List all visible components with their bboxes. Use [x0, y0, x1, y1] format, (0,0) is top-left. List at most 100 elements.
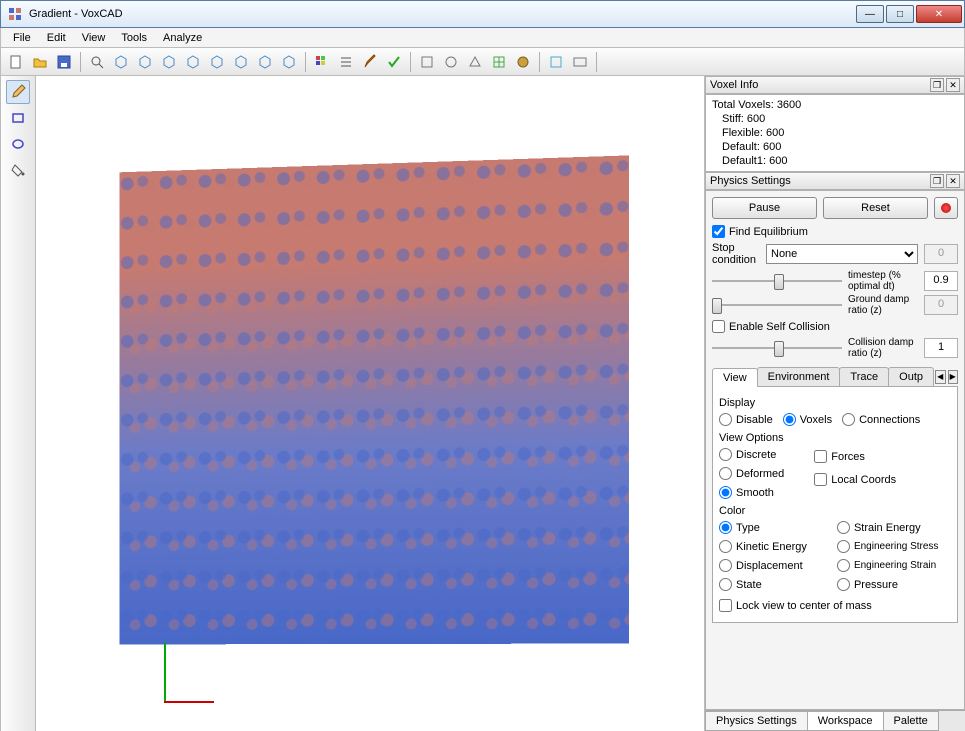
tab-trace[interactable]: Trace — [839, 367, 889, 386]
color-displacement-radio[interactable] — [719, 559, 732, 572]
cube-icon-2[interactable] — [134, 51, 156, 73]
flexible-label: Flexible: 600 — [712, 126, 958, 140]
voxel-mesh — [120, 155, 629, 644]
cube-icon-5[interactable] — [206, 51, 228, 73]
deformed-radio[interactable] — [719, 467, 732, 480]
maximize-button[interactable]: □ — [886, 5, 914, 23]
palette-icon[interactable] — [311, 51, 333, 73]
cube-icon-3[interactable] — [158, 51, 180, 73]
cube-icon-6[interactable] — [230, 51, 252, 73]
brush-icon[interactable] — [359, 51, 381, 73]
display-disable-radio[interactable] — [719, 413, 732, 426]
tab-view[interactable]: View — [712, 368, 758, 387]
check-icon[interactable] — [383, 51, 405, 73]
menu-analyze[interactable]: Analyze — [155, 30, 210, 46]
timestep-label: timestep (% optimal dt) — [848, 270, 918, 292]
new-file-icon[interactable] — [5, 51, 27, 73]
view-tab-body: Display Disable Voxels Connections View … — [712, 387, 958, 623]
bucket-tool-icon[interactable] — [6, 158, 30, 182]
menu-file[interactable]: File — [5, 30, 39, 46]
smooth-radio[interactable] — [719, 486, 732, 499]
tool-icon-4[interactable] — [488, 51, 510, 73]
pause-button[interactable]: Pause — [712, 197, 817, 219]
color-label: Color — [719, 505, 951, 517]
timestep-value[interactable]: 0.9 — [924, 271, 958, 291]
enable-self-collision-checkbox[interactable] — [712, 320, 725, 333]
lock-view-checkbox[interactable] — [719, 599, 732, 612]
ground-damp-slider[interactable] — [712, 295, 842, 315]
stop-condition-value: 0 — [924, 244, 958, 264]
pencil-tool-icon[interactable] — [6, 80, 30, 104]
close-button[interactable]: ✕ — [916, 5, 962, 23]
reset-button[interactable]: Reset — [823, 197, 928, 219]
tab-scroll-left-icon[interactable]: ◀ — [935, 370, 946, 384]
undock-icon[interactable]: ❐ — [930, 78, 944, 92]
settings-tabs: View Environment Trace Outp ◀ ▶ — [712, 367, 958, 387]
cube-icon-4[interactable] — [182, 51, 204, 73]
color-strain-energy-radio[interactable] — [837, 521, 850, 534]
record-button[interactable] — [934, 197, 958, 219]
list-icon[interactable] — [335, 51, 357, 73]
tab-output[interactable]: Outp — [888, 367, 934, 386]
tab-environment[interactable]: Environment — [757, 367, 841, 386]
color-type-radio[interactable] — [719, 521, 732, 534]
close-panel-icon[interactable]: ✕ — [946, 78, 960, 92]
rectangle-tool-icon[interactable] — [6, 106, 30, 130]
menu-bar: File Edit View Tools Analyze — [0, 28, 965, 48]
tool-icon-1[interactable] — [416, 51, 438, 73]
menu-tools[interactable]: Tools — [113, 30, 155, 46]
total-voxels-label: Total Voxels: 3600 — [712, 98, 958, 112]
collision-damp-slider[interactable] — [712, 338, 842, 358]
stiff-label: Stiff: 600 — [712, 112, 958, 126]
bottom-tab-physics[interactable]: Physics Settings — [705, 711, 808, 731]
find-equilibrium-checkbox[interactable] — [712, 225, 725, 238]
tool-icon-5[interactable] — [512, 51, 534, 73]
undock-icon[interactable]: ❐ — [930, 174, 944, 188]
ground-damp-value: 0 — [924, 295, 958, 315]
view-options-label: View Options — [719, 432, 951, 444]
color-state-radio[interactable] — [719, 578, 732, 591]
color-kinetic-radio[interactable] — [719, 540, 732, 553]
stop-condition-select[interactable]: None — [766, 244, 918, 264]
menu-edit[interactable]: Edit — [39, 30, 74, 46]
lock-view-label: Lock view to center of mass — [736, 600, 872, 612]
window-title: Gradient - VoxCAD — [29, 8, 854, 20]
ground-damp-label: Ground damp ratio (z) — [848, 294, 918, 316]
discrete-radio[interactable] — [719, 448, 732, 461]
cube-icon-7[interactable] — [254, 51, 276, 73]
tool-icon-3[interactable] — [464, 51, 486, 73]
forces-checkbox[interactable] — [814, 450, 827, 463]
display-voxels-radio[interactable] — [783, 413, 796, 426]
color-eng-stress-radio[interactable] — [837, 540, 850, 553]
bottom-tab-palette[interactable]: Palette — [883, 711, 939, 731]
local-coords-checkbox[interactable] — [814, 473, 827, 486]
open-icon[interactable] — [29, 51, 51, 73]
collision-damp-value[interactable]: 1 — [924, 338, 958, 358]
tool-icon-7[interactable] — [569, 51, 591, 73]
timestep-slider[interactable] — [712, 271, 842, 291]
tool-icon-2[interactable] — [440, 51, 462, 73]
cube-icon-1[interactable] — [110, 51, 132, 73]
close-panel-icon[interactable]: ✕ — [946, 174, 960, 188]
tab-scroll-right-icon[interactable]: ▶ — [948, 370, 959, 384]
default-label: Default: 600 — [712, 140, 958, 154]
stop-condition-label: Stop condition — [712, 242, 760, 266]
color-pressure-radio[interactable] — [837, 578, 850, 591]
color-eng-strain-radio[interactable] — [837, 559, 850, 572]
bottom-tab-workspace[interactable]: Workspace — [807, 711, 884, 731]
right-panel: Voxel Info ❐ ✕ Total Voxels: 3600 Stiff:… — [705, 76, 965, 731]
save-icon[interactable] — [53, 51, 75, 73]
tool-icon-6[interactable] — [545, 51, 567, 73]
find-equilibrium-label: Find Equilibrium — [729, 226, 808, 238]
minimize-button[interactable]: — — [856, 5, 884, 23]
zoom-icon[interactable] — [86, 51, 108, 73]
toolbar — [0, 48, 965, 76]
voxel-info-header: Voxel Info ❐ ✕ — [705, 76, 965, 94]
cube-icon-8[interactable] — [278, 51, 300, 73]
display-connections-radio[interactable] — [842, 413, 855, 426]
3d-viewport[interactable] — [36, 76, 705, 731]
menu-view[interactable]: View — [74, 30, 114, 46]
display-label: Display — [719, 397, 951, 409]
ellipse-tool-icon[interactable] — [6, 132, 30, 156]
physics-settings-body: Pause Reset Find Equilibrium Stop condit… — [705, 190, 965, 710]
